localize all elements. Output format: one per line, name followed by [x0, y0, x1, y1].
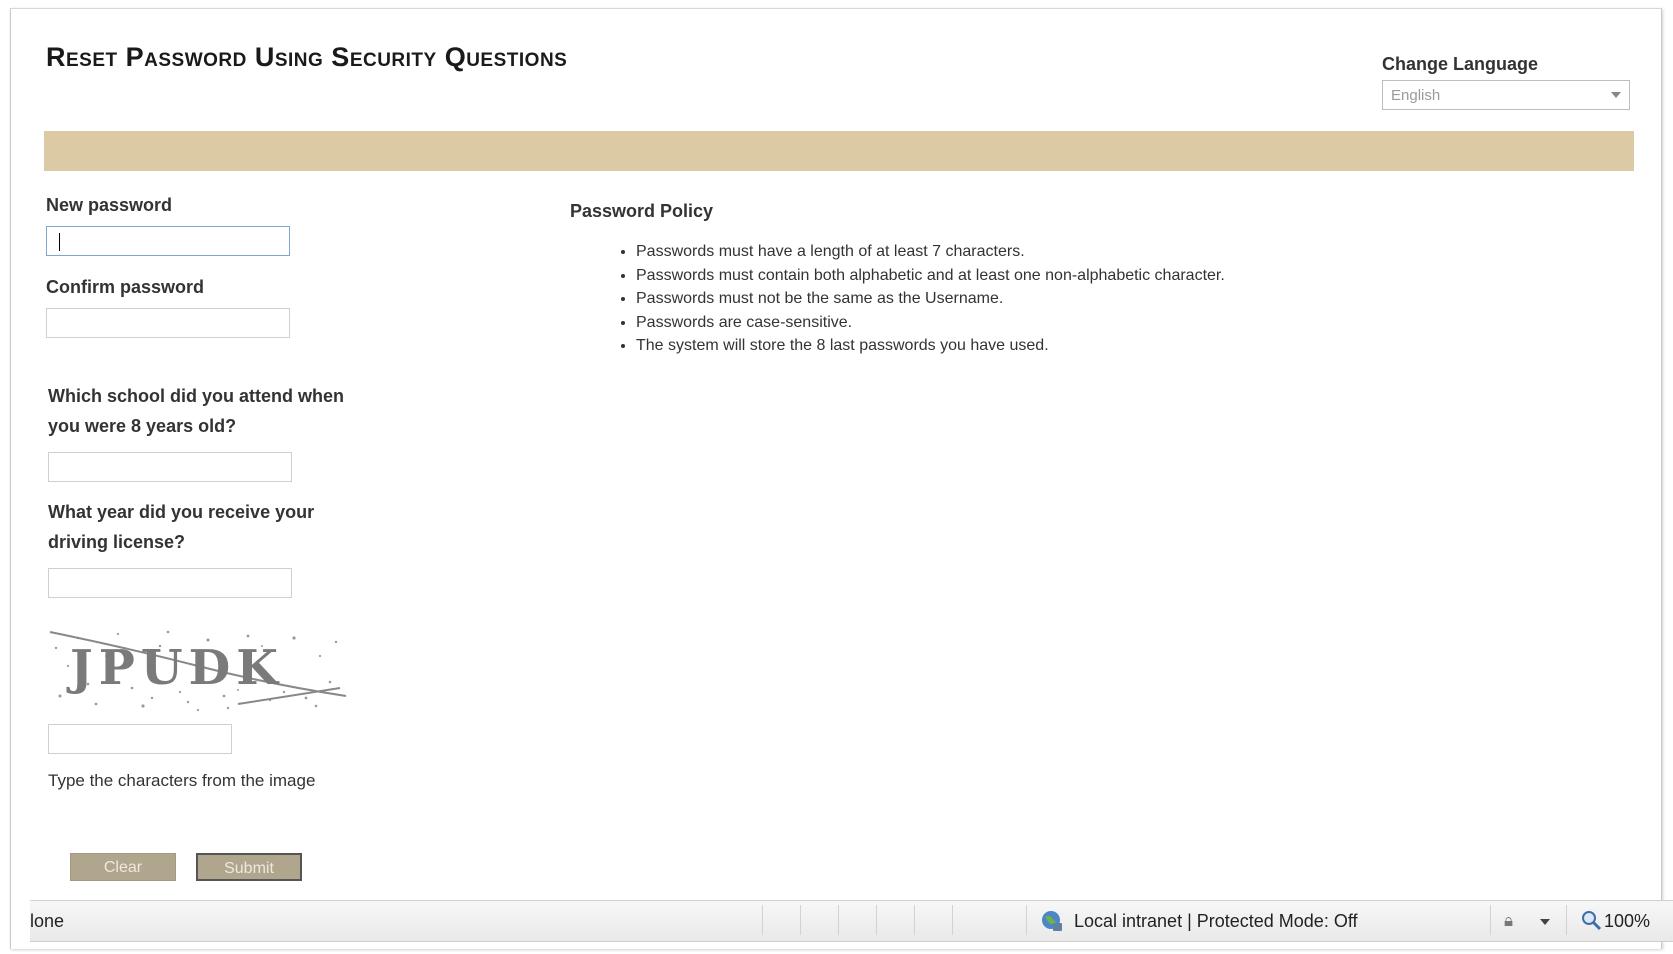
change-language-label: Change Language — [1382, 54, 1539, 74]
confirm-password-label: Confirm password — [46, 277, 205, 297]
policy-item: Passwords are case-sensitive. — [636, 311, 1225, 335]
header-banner — [44, 131, 1634, 171]
security-question-2-line-2: driving license? — [48, 532, 186, 552]
browser-status-bar: lone Local intranet | Protected Mode: Of… — [30, 900, 1673, 942]
zoom-level[interactable]: 100% — [1604, 911, 1650, 932]
status-divider — [800, 905, 801, 935]
policy-item: Passwords must have a length of at least… — [636, 240, 1225, 264]
status-divider — [1490, 905, 1491, 935]
page-title: Reset Password Using Security Questions — [46, 42, 568, 72]
status-divider — [952, 905, 953, 935]
language-selected-value: English — [1391, 87, 1441, 104]
chevron-down-icon — [1611, 92, 1621, 98]
chevron-down-icon[interactable] — [1540, 919, 1550, 925]
status-divider — [914, 905, 915, 935]
security-question-1-line-2: you were 8 years old? — [48, 416, 237, 436]
security-question-1-line-1: Which school did you attend when — [48, 386, 344, 406]
status-divider — [762, 905, 763, 935]
password-policy-list: Passwords must have a length of at least… — [612, 240, 1225, 358]
policy-item: Passwords must contain both alphabetic a… — [636, 264, 1225, 288]
security-zone-text[interactable]: Local intranet | Protected Mode: Off — [1074, 911, 1358, 932]
security-answer-2-field[interactable] — [48, 568, 292, 598]
policy-item: The system will store the 8 last passwor… — [636, 334, 1225, 358]
status-divider — [876, 905, 877, 935]
text-caret — [59, 233, 60, 251]
password-policy-title: Password Policy — [570, 201, 714, 221]
security-question-2-line-1: What year did you receive your — [48, 502, 315, 522]
status-divider — [1026, 905, 1027, 935]
captcha-field[interactable] — [48, 724, 232, 754]
confirm-password-field[interactable] — [46, 308, 290, 338]
submit-button[interactable]: Submit — [196, 853, 302, 881]
captcha-text: JPUDK — [66, 640, 284, 696]
captcha-hint: Type the characters from the image — [48, 771, 316, 790]
captcha-image: JPUDK — [48, 626, 348, 714]
lock-icon[interactable]: 🔒︎ — [1504, 911, 1513, 931]
clear-button[interactable]: Clear — [70, 853, 176, 881]
status-text: lone — [30, 911, 65, 931]
policy-item: Passwords must not be the same as the Us… — [636, 287, 1225, 311]
security-answer-1-field[interactable] — [48, 452, 292, 482]
new-password-field[interactable] — [46, 226, 290, 256]
status-divider — [1566, 905, 1567, 935]
new-password-label: New password — [46, 195, 173, 215]
language-select[interactable]: English — [1382, 80, 1630, 110]
status-divider — [838, 905, 839, 935]
globe-icon — [1042, 911, 1062, 931]
magnifier-icon[interactable] — [1580, 909, 1602, 931]
